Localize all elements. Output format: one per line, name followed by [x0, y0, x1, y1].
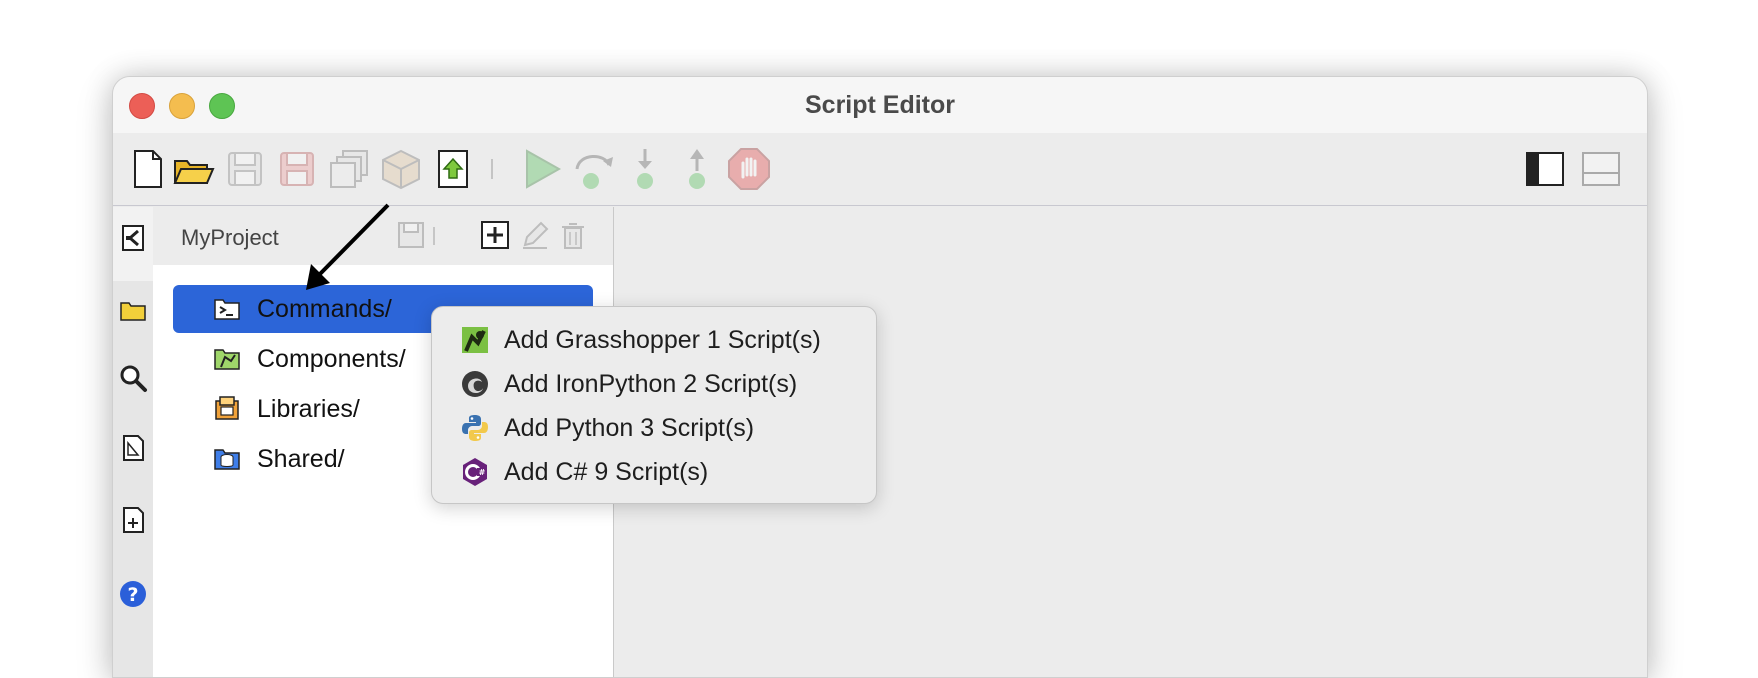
stop-hand-icon[interactable]: [727, 147, 771, 191]
add-item-icon[interactable]: [479, 219, 511, 251]
grasshopper-folder-icon: [213, 345, 241, 373]
title-bar: Script Editor: [113, 77, 1647, 133]
menu-item-add-python3-script[interactable]: Add Python 3 Script(s): [432, 405, 876, 449]
shared-folder-icon: [213, 445, 241, 473]
trash-icon[interactable]: [557, 219, 589, 251]
ironpython-icon: [460, 369, 490, 399]
project-panel-header: MyProject: [153, 207, 613, 266]
save-icon[interactable]: [223, 147, 267, 191]
library-folder-icon: [213, 395, 241, 423]
side-rail: ?: [113, 207, 153, 677]
tree-item-label: Shared/: [257, 445, 345, 473]
menu-item-add-csharp-script[interactable]: # Add C# 9 Script(s): [432, 449, 876, 493]
menu-item-add-grasshopper-script[interactable]: Add Grasshopper 1 Script(s): [432, 317, 876, 361]
svg-text:?: ?: [127, 584, 138, 606]
save-project-icon[interactable]: [395, 219, 427, 251]
open-folder-icon[interactable]: [171, 147, 215, 191]
tree-item-label: Components/: [257, 345, 406, 373]
search-icon[interactable]: [118, 363, 148, 393]
script-editor-window: Script Editor ? MyProject Commands/ Comp…: [112, 76, 1648, 678]
step-out-icon[interactable]: [675, 147, 719, 191]
menu-item-label: Add C# 9 Script(s): [504, 458, 709, 486]
new-document-icon[interactable]: [118, 505, 148, 535]
save-all-icon[interactable]: [327, 147, 371, 191]
tree-item-label: Libraries/: [257, 395, 360, 423]
step-into-icon[interactable]: [623, 147, 667, 191]
tree-item-label: Commands/: [257, 295, 392, 323]
python-icon: [460, 413, 490, 443]
rename-icon[interactable]: [519, 219, 551, 251]
play-icon[interactable]: [519, 147, 563, 191]
toolbar-strip: [113, 133, 1647, 206]
panel-header-separator: [433, 227, 435, 245]
svg-text:#: #: [479, 468, 486, 477]
menu-item-label: Add IronPython 2 Script(s): [504, 370, 798, 398]
new-file-icon[interactable]: [125, 147, 169, 191]
document-icon[interactable]: [118, 433, 148, 463]
save-as-icon[interactable]: [275, 147, 319, 191]
collapse-panel-icon[interactable]: [118, 223, 148, 253]
add-script-context-menu: Add Grasshopper 1 Script(s) Add IronPyth…: [431, 306, 877, 504]
help-icon[interactable]: ?: [118, 579, 148, 609]
toolbar-separator: [491, 159, 493, 179]
window-title: Script Editor: [804, 91, 955, 119]
terminal-folder-icon: [213, 295, 241, 323]
menu-item-add-ironpython-script[interactable]: Add IronPython 2 Script(s): [432, 361, 876, 405]
project-name: MyProject: [181, 225, 279, 250]
menu-item-label: Add Python 3 Script(s): [504, 414, 755, 442]
sidebar-toggle-icon[interactable]: [1523, 147, 1567, 191]
package-icon[interactable]: [379, 147, 423, 191]
grasshopper-icon: [460, 325, 490, 355]
folder-icon[interactable]: [118, 295, 148, 325]
menu-item-label: Add Grasshopper 1 Script(s): [504, 326, 821, 354]
csharp-icon: #: [460, 457, 490, 487]
step-over-icon[interactable]: [571, 147, 615, 191]
export-icon[interactable]: [431, 147, 475, 191]
bottom-panel-toggle-icon[interactable]: [1579, 147, 1623, 191]
